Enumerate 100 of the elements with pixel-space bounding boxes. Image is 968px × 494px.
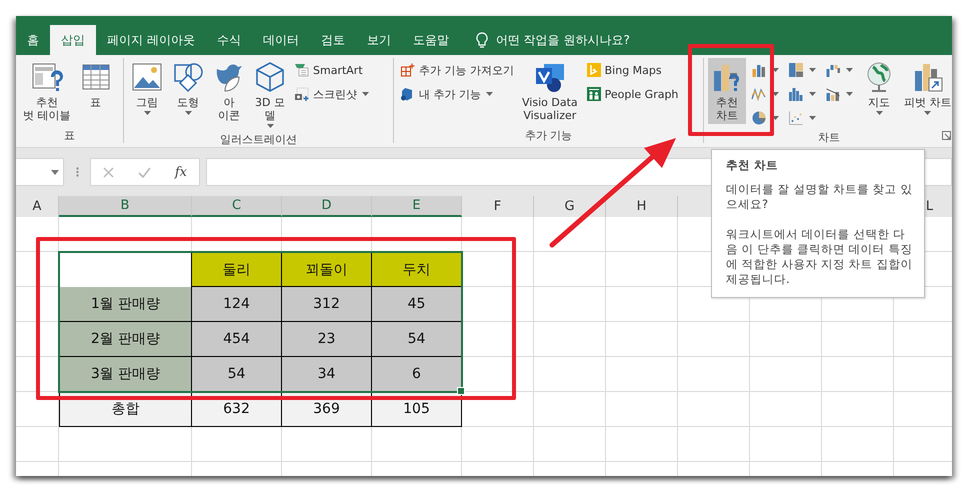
ribbon-tab[interactable]: 삽입 <box>50 25 96 55</box>
ribbon-button[interactable]: 내 추가 기능 <box>398 82 516 106</box>
sheet-cell[interactable] <box>534 427 606 462</box>
sheet-cell[interactable] <box>606 217 678 252</box>
row-label[interactable]: 3월 판매량 <box>59 357 192 392</box>
caret-icon <box>51 170 59 174</box>
ribbon-button[interactable]: 도형 <box>169 58 207 120</box>
sheet-cell[interactable] <box>822 427 894 462</box>
sheet-cell[interactable] <box>462 287 534 322</box>
ribbon-tab[interactable]: 데이터 <box>252 25 310 55</box>
insert-function-button[interactable]: fx <box>174 164 187 180</box>
ribbon-button[interactable]: People Graph <box>584 82 680 106</box>
sheet-cell[interactable] <box>750 322 822 357</box>
check-icon[interactable] <box>138 166 151 178</box>
row-label[interactable]: 1월 판매량 <box>59 287 192 322</box>
sheet-cell[interactable] <box>16 217 59 252</box>
ribbon-button[interactable]: 피벗 차트 <box>901 58 952 120</box>
people-icon <box>586 86 602 102</box>
column-header[interactable]: C <box>192 196 282 217</box>
ribbon-button[interactable]: 추천 벗 테이블 <box>20 58 74 124</box>
table-cell[interactable]: 6 <box>372 357 462 392</box>
dialog-launcher-icon[interactable] <box>942 131 951 140</box>
table-cell[interactable]: 23 <box>282 322 372 357</box>
sheet-cell[interactable] <box>678 322 750 357</box>
name-box[interactable] <box>16 158 64 186</box>
table-cell[interactable]: 312 <box>282 287 372 322</box>
ribbon-button[interactable]: Bing Maps <box>584 58 680 82</box>
column-chart-icon <box>751 62 767 78</box>
cancel-icon[interactable] <box>102 166 114 178</box>
sheet-cell[interactable] <box>534 357 606 392</box>
table-cell[interactable]: 45 <box>372 287 462 322</box>
sheet-cell[interactable] <box>822 357 894 392</box>
group-label: 일러스트레이션 <box>220 132 297 147</box>
ribbon-tab[interactable]: 도움말 <box>402 25 460 55</box>
sheet-cell[interactable] <box>606 357 678 392</box>
table-cell[interactable]: 454 <box>192 322 282 357</box>
sheet-cell[interactable] <box>606 287 678 322</box>
ribbon-tab[interactable]: 홈 <box>16 25 50 55</box>
sheet-cell[interactable] <box>282 427 372 462</box>
bing-icon <box>586 62 602 78</box>
sheet-cell[interactable] <box>534 287 606 322</box>
store-icon <box>400 62 416 78</box>
sheet-cell[interactable] <box>462 217 534 252</box>
ribbon-button[interactable]: 스크린샷 <box>292 82 373 106</box>
sheet-cell[interactable] <box>462 427 534 462</box>
ribbon-button[interactable]: 아 이콘 <box>210 58 248 124</box>
table-cell[interactable]: 54 <box>372 322 462 357</box>
sheet-cell[interactable] <box>822 322 894 357</box>
pie-chart-icon <box>751 110 767 126</box>
lightbulb-icon <box>476 32 488 48</box>
tooltip-text: 워크시트에서 데이터를 선택한 다음 이 단추를 클릭하면 데이터 특징에 적합한 사용자 지정 차트 집합이 제공됩니다. <box>726 227 914 287</box>
tell-me-button[interactable]: 어떤 작업을 원하시나요? <box>470 25 636 55</box>
sheet-cell[interactable] <box>606 427 678 462</box>
sheet-cell[interactable] <box>750 392 822 427</box>
picture-icon <box>131 61 163 93</box>
histogram-chart-icon <box>788 86 804 102</box>
ribbon-button[interactable]: 표 <box>76 58 114 112</box>
ribbon-tab[interactable]: 보기 <box>356 25 402 55</box>
column-header[interactable]: E <box>372 196 462 217</box>
ribbon-button[interactable]: SmartArt <box>292 58 373 82</box>
column-heading[interactable]: 둘리 <box>192 252 282 287</box>
ribbon-tab[interactable]: 검토 <box>310 25 356 55</box>
ribbon-tab[interactable]: 페이지 레이아웃 <box>96 25 206 55</box>
fill-handle[interactable] <box>457 387 465 395</box>
grip-icon <box>76 167 78 177</box>
ribbon-button[interactable]: 지도 <box>860 58 898 120</box>
sheet-cell[interactable] <box>750 357 822 392</box>
table-cell[interactable]: 54 <box>192 357 282 392</box>
sheet-cell[interactable] <box>606 322 678 357</box>
sheet-cell[interactable] <box>822 392 894 427</box>
sheet-cell[interactable] <box>534 252 606 287</box>
ribbon-button[interactable]: Visio Data Visualizer <box>519 58 581 124</box>
sheet-cell[interactable] <box>534 392 606 427</box>
sheet-cell[interactable] <box>534 217 606 252</box>
sheet-cell[interactable] <box>192 427 282 462</box>
ribbon-button[interactable]: 추가 기능 가져오기 <box>398 58 516 82</box>
sheet-cell[interactable] <box>16 427 59 462</box>
column-heading[interactable]: 두치 <box>372 252 462 287</box>
sheet-cell[interactable] <box>462 252 534 287</box>
sheet-cell[interactable] <box>678 357 750 392</box>
row-label[interactable]: 2월 판매량 <box>59 322 192 357</box>
sheet-cell[interactable] <box>678 427 750 462</box>
sheet-cell[interactable] <box>750 427 822 462</box>
column-header[interactable]: B <box>59 196 192 217</box>
ribbon-button[interactable]: 추천 차트 <box>708 58 746 124</box>
column-heading[interactable]: 꾀돌이 <box>282 252 372 287</box>
ribbon-tab[interactable]: 수식 <box>206 25 252 55</box>
scatter-chart-icon <box>788 110 804 126</box>
sheet-cell[interactable] <box>372 427 462 462</box>
sheet-cell[interactable] <box>606 252 678 287</box>
ribbon-button[interactable]: 3D 모 델 <box>251 58 289 132</box>
sheet-cell[interactable] <box>678 392 750 427</box>
sheet-cell[interactable] <box>59 427 192 462</box>
sheet-cell[interactable] <box>606 392 678 427</box>
table-cell[interactable]: 124 <box>192 287 282 322</box>
sheet-cell[interactable] <box>462 322 534 357</box>
sheet-cell[interactable] <box>534 322 606 357</box>
ribbon-button[interactable]: 그림 <box>128 58 166 120</box>
column-header[interactable]: D <box>282 196 372 217</box>
table-cell[interactable]: 34 <box>282 357 372 392</box>
